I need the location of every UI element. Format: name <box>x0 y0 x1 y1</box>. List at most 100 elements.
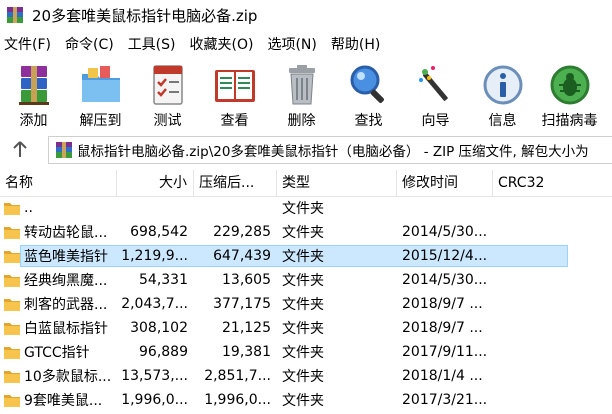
table-row[interactable]: GTCC指针 96,889 19,381 文件夹 2017/9/11... <box>0 340 612 364</box>
test-checklist-icon <box>152 65 183 105</box>
add-books-icon <box>18 66 49 105</box>
extract-folder-icon <box>81 66 120 102</box>
cell-size: 96,889 <box>139 344 188 360</box>
find-button[interactable]: 查找 <box>335 58 402 132</box>
wizard-button[interactable]: 向导 <box>402 58 469 132</box>
cell-compressed: 2,851,7... <box>204 368 271 384</box>
folder-icon <box>4 371 20 383</box>
virus-scan-button[interactable]: 扫描病毒 <box>536 58 603 132</box>
folder-icon <box>4 395 20 407</box>
cell-modified: 2014/5/30... <box>402 224 488 240</box>
menu-commands[interactable]: 命令(C) <box>59 34 122 54</box>
magnifier-icon <box>350 65 384 103</box>
info-button[interactable]: 信息 <box>469 58 536 132</box>
cell-name: 蓝色唯美指针 <box>0 246 117 266</box>
wizard-label: 向导 <box>421 113 450 129</box>
table-row[interactable]: .. 文件夹 <box>0 196 612 220</box>
cell-type: 文件夹 <box>282 297 324 313</box>
test-button[interactable]: 测试 <box>134 58 201 132</box>
info-icon <box>483 65 522 105</box>
table-row[interactable]: 刺客的武器... 2,043,7... 377,175 文件夹 2018/9/7 ... <box>0 292 612 316</box>
add-button[interactable]: 添加 <box>0 58 67 132</box>
folder-icon <box>4 299 20 311</box>
virus-scan-icon <box>550 65 589 105</box>
extract-to-button[interactable]: 解压到 <box>67 58 134 132</box>
find-label: 查找 <box>354 113 383 129</box>
menu-file[interactable]: 文件(F) <box>0 34 59 54</box>
cell-modified: 2018/9/7 ... <box>402 320 483 336</box>
window-title: 20多套唯美鼠标指针电脑必备.zip <box>32 6 258 25</box>
cell-type: 文件夹 <box>282 369 324 385</box>
column-header-compressed[interactable]: 压缩后... <box>194 170 277 196</box>
row-name: GTCC指针 <box>24 345 90 361</box>
cell-type: 文件夹 <box>282 201 324 217</box>
menu-options[interactable]: 选项(N) <box>261 34 324 54</box>
cell-name: GTCC指针 <box>0 342 117 362</box>
table-row[interactable]: 9套唯美鼠... 1,996,0... 1,996,0... 文件夹 2017/3/21… <box>0 388 612 412</box>
column-header-name[interactable]: 名称 <box>0 170 117 196</box>
menu-favorites[interactable]: 收藏夹(O) <box>184 34 262 54</box>
cell-type: 文件夹 <box>282 249 324 265</box>
folder-icon <box>4 323 20 335</box>
view-button[interactable]: 查看 <box>201 58 268 132</box>
cell-type: 文件夹 <box>282 273 324 289</box>
column-header-type[interactable]: 类型 <box>277 170 397 196</box>
cell-size: 1,219,9... <box>121 248 188 264</box>
delete-button[interactable]: 删除 <box>268 58 335 132</box>
address-bar: 鼠标指针电脑必备.zip\20多套唯美鼠标指针（电脑必备） - ZIP 压缩文件… <box>0 134 612 164</box>
table-row[interactable]: 10多款鼠标... 13,573,... 2,851,7... 文件夹 2018/1/4… <box>0 364 612 388</box>
cell-name: .. <box>0 200 117 216</box>
column-size-label: 大小 <box>159 175 187 191</box>
delete-label: 删除 <box>287 113 316 129</box>
arrow-up-icon <box>13 141 27 157</box>
cell-name: 经典绚黑魔... <box>0 270 117 290</box>
row-name: 蓝色唯美指针 <box>24 249 108 265</box>
menu-help[interactable]: 帮助(H) <box>325 34 388 54</box>
table-row[interactable]: 经典绚黑魔... 54,331 13,605 文件夹 2014/5/30... <box>0 268 612 292</box>
folder-icon <box>4 203 20 215</box>
cell-compressed: 21,125 <box>222 320 271 336</box>
extract-to-label: 解压到 <box>79 113 122 129</box>
winrar-archive-icon <box>7 7 23 23</box>
cell-modified: 2018/1/4 ... <box>402 368 483 384</box>
menu-tools[interactable]: 工具(S) <box>122 34 184 54</box>
column-header-crc32[interactable]: CRC32 <box>493 170 612 196</box>
column-compressed-label: 压缩后... <box>199 175 255 191</box>
folder-icon <box>4 251 20 263</box>
menu-bar: 文件(F) 命令(C) 工具(S) 收藏夹(O) 选项(N) 帮助(H) <box>0 32 612 56</box>
winrar-archive-icon <box>56 142 72 158</box>
cell-size: 1,996,0... <box>121 392 188 408</box>
cell-name: 10多款鼠标... <box>0 366 117 386</box>
cell-name: 9套唯美鼠... <box>0 390 117 410</box>
cell-modified: 2017/3/21... <box>402 392 488 408</box>
cell-name: 刺客的武器... <box>0 294 117 314</box>
cell-size: 54,331 <box>139 272 188 288</box>
file-list-header: 名称 大小 压缩后... 类型 修改时间 CRC32 <box>0 170 612 197</box>
address-text: 鼠标指针电脑必备.zip\20多套唯美鼠标指针（电脑必备） - ZIP 压缩文件… <box>77 144 589 160</box>
column-header-modified[interactable]: 修改时间 <box>397 170 493 196</box>
up-button[interactable] <box>0 134 40 164</box>
cell-compressed: 13,605 <box>222 272 271 288</box>
cell-size: 308,102 <box>130 320 188 336</box>
column-crc-label: CRC32 <box>498 175 545 191</box>
cell-name: 白蓝鼠标指针 <box>0 318 117 338</box>
table-row[interactable]: 转动齿轮鼠... 698,542 229,285 文件夹 2014/5/30... <box>0 220 612 244</box>
info-label: 信息 <box>488 113 517 129</box>
column-type-label: 类型 <box>282 175 310 191</box>
table-row[interactable]: 蓝色唯美指针 1,219,9... 647,439 文件夹 2015/12/4... <box>0 244 612 268</box>
column-name-label: 名称 <box>5 175 33 191</box>
address-field[interactable]: 鼠标指针电脑必备.zip\20多套唯美鼠标指针（电脑必备） - ZIP 压缩文件… <box>48 136 612 164</box>
cell-name: 转动齿轮鼠... <box>0 222 117 242</box>
cell-compressed: 647,439 <box>213 248 271 264</box>
row-name: 9套唯美鼠... <box>24 393 103 409</box>
view-book-icon <box>214 70 255 102</box>
title-bar: 20多套唯美鼠标指针电脑必备.zip <box>0 0 612 30</box>
cell-compressed: 1,996,0... <box>204 392 271 408</box>
cell-modified: 2014/5/30... <box>402 272 488 288</box>
cell-modified: 2017/9/11... <box>402 344 488 360</box>
table-row[interactable]: 白蓝鼠标指针 308,102 21,125 文件夹 2018/9/7 ... <box>0 316 612 340</box>
column-header-size[interactable]: 大小 <box>117 170 194 196</box>
cell-type: 文件夹 <box>282 225 324 241</box>
row-name: 经典绚黑魔... <box>24 273 108 289</box>
wizard-wand-icon <box>418 66 448 101</box>
